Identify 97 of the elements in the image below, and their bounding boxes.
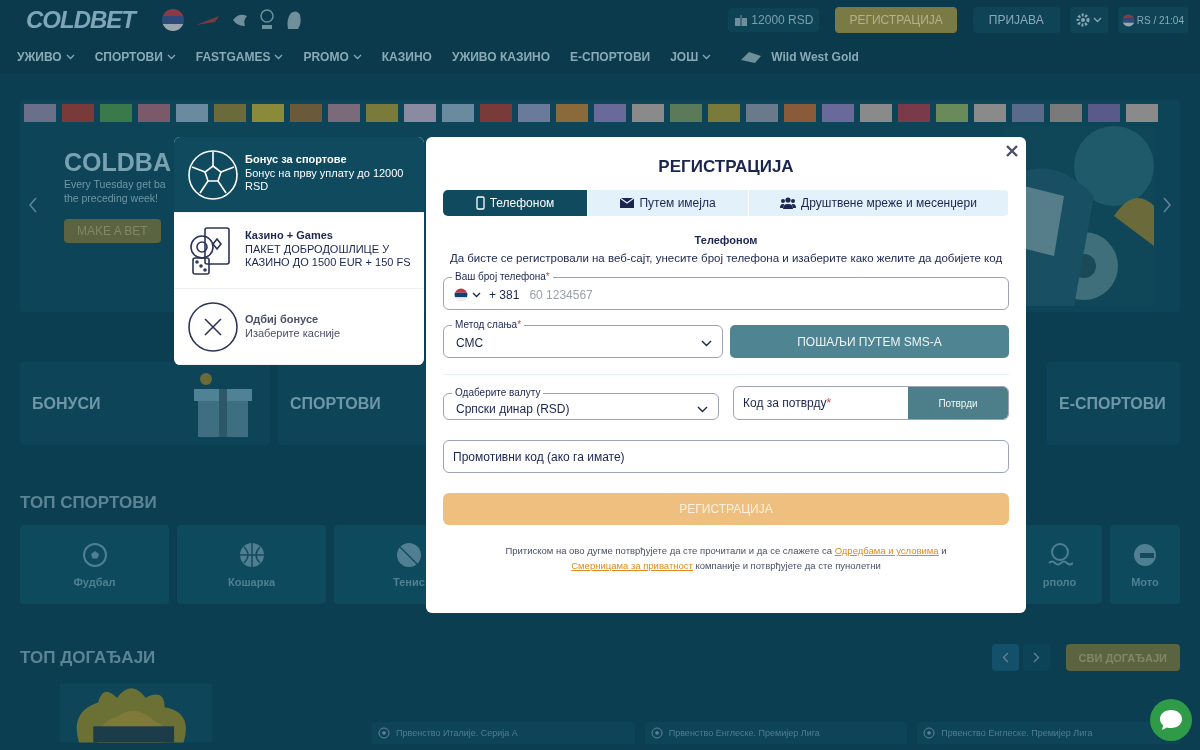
chevron-icon bbox=[701, 339, 712, 347]
bonus-title: Казино + Games bbox=[245, 229, 334, 241]
method-select[interactable]: Метод слања* СМС bbox=[443, 320, 723, 358]
country-code: + 381 bbox=[489, 288, 520, 302]
instruction-text: Да бисте се регистровали на веб-сајт, унесите број телефона и изаберите како желите да добијете код bbox=[448, 252, 1004, 264]
banner-text: Every Tuesday get ba bbox=[64, 177, 167, 191]
category-label: Е-СПОРТОВИ bbox=[1059, 394, 1166, 413]
event-card[interactable]: Првенство Енглеске. Премијер Лига bbox=[644, 722, 908, 744]
send-sms-button[interactable]: ПОШАЉИ ПУТЕМ SMS-A bbox=[730, 325, 1009, 358]
section-title: ТОП ДОГАЂАЈИ bbox=[20, 647, 156, 668]
close-icon bbox=[1006, 145, 1018, 157]
tab[interactable]: Телефоном bbox=[443, 190, 588, 216]
sport-label: Кошарка bbox=[227, 575, 276, 588]
category-card[interactable]: СПОРТОВИ bbox=[278, 362, 428, 445]
bonus-option[interactable]: Бонус за спортове Бонус на прву уплату до 12000 RSD bbox=[174, 137, 424, 213]
flag-icon[interactable] bbox=[454, 288, 468, 302]
league-name: Првенство Енглеске. Премијер Лига bbox=[668, 728, 820, 738]
people-icon bbox=[780, 197, 797, 209]
terms-link[interactable]: Одредбама и условима bbox=[834, 545, 939, 556]
locale-button[interactable]: RS / 21:04 bbox=[1117, 7, 1188, 33]
bonus-description: Бонус на прву уплату до 12000 RSD bbox=[245, 167, 405, 193]
tennis-ball-icon bbox=[396, 541, 422, 568]
nav-link[interactable]: Е-СПОРТОВИ bbox=[570, 50, 651, 64]
settings-button[interactable] bbox=[1069, 7, 1108, 33]
category-card[interactable]: Е-СПОРТОВИ bbox=[1047, 362, 1180, 445]
field-label: Одаберите валуту bbox=[454, 388, 542, 398]
balance-button[interactable]: 12000 RSD bbox=[728, 8, 820, 32]
category-label: БОНУСИ bbox=[32, 394, 101, 413]
category-label: СПОРТОВИ bbox=[290, 394, 381, 413]
chevron-icon[interactable] bbox=[472, 292, 481, 298]
nav-link[interactable]: ЈОШ bbox=[670, 50, 712, 64]
nav-link[interactable]: УЖИВО bbox=[17, 50, 75, 64]
nav-link[interactable]: КАЗИНО bbox=[381, 50, 432, 64]
bonus-description: ПАКЕТ ДОБРОДОШЛИЦЕ У КАЗИНО ДО 1500 EUR + 150 FS bbox=[245, 243, 412, 269]
nav-link[interactable]: УЖИВО КАЗИНО bbox=[451, 50, 551, 64]
category-card[interactable]: БОНУСИ bbox=[20, 362, 270, 445]
nav-link[interactable]: PROMO bbox=[303, 50, 362, 64]
chevron-icon bbox=[697, 405, 708, 413]
bonus-option[interactable]: Одбиј бонусе Изаберите касније bbox=[174, 289, 424, 365]
sport-label: Мото bbox=[1131, 575, 1159, 588]
close-button[interactable] bbox=[1004, 143, 1020, 159]
chevron-icon bbox=[352, 54, 362, 60]
league-name: Првенство Енглеске. Премијер Лига bbox=[941, 728, 1093, 738]
nav-link[interactable]: СПОРТОВИ bbox=[94, 50, 176, 64]
chevron-icon bbox=[65, 54, 75, 60]
phone-number-input[interactable]: 60 1234567 bbox=[529, 288, 998, 302]
banner-title: COLDBA bbox=[64, 148, 171, 177]
sport-label: Тенис bbox=[393, 575, 425, 588]
football-icon bbox=[187, 149, 239, 201]
chevron-icon bbox=[1092, 17, 1102, 23]
settings-icon bbox=[1075, 13, 1090, 27]
chevron-right-icon bbox=[1032, 652, 1040, 663]
tab[interactable]: Путем имејла bbox=[588, 190, 749, 216]
sport-label: рполо bbox=[1042, 575, 1077, 588]
section-title: ТОП СПОРТОВИ bbox=[20, 493, 157, 513]
close-circle-icon bbox=[187, 301, 239, 353]
football-icon bbox=[923, 727, 936, 739]
nav-link[interactable]: FASTGAMES bbox=[195, 50, 284, 64]
banner-text: the preceding week! bbox=[64, 191, 159, 205]
tab[interactable]: Друштвене мреже и месенџери bbox=[749, 190, 1009, 216]
sport-label: Фудбал bbox=[73, 575, 116, 588]
football-icon bbox=[81, 541, 108, 568]
bonus-title: Одбиј бонусе bbox=[245, 313, 320, 325]
basketball-icon bbox=[238, 541, 265, 568]
phone-field[interactable]: Ваш број телефона* + 381 60 1234567 bbox=[443, 272, 1009, 310]
speech-bubble-icon bbox=[1158, 708, 1184, 732]
field-label: Ваш број телефона* bbox=[454, 272, 551, 282]
dialog-title: РЕГИСТРАЦИЈА bbox=[657, 157, 795, 177]
phone-icon bbox=[475, 196, 485, 210]
ball-in-water-icon bbox=[1046, 541, 1073, 568]
football-icon bbox=[378, 727, 391, 739]
chevron-icon bbox=[274, 54, 284, 60]
chevron-right-icon[interactable] bbox=[1162, 196, 1172, 214]
envelope-icon bbox=[620, 198, 635, 208]
chevron-icon bbox=[702, 54, 712, 60]
chevron-left-icon bbox=[1001, 652, 1009, 663]
event-card[interactable]: Првенство Енглеске. Премијер Лига bbox=[917, 722, 1180, 744]
section-heading: Телефоном bbox=[693, 234, 759, 246]
promo-code-field[interactable]: Промотивни код (ако га имате) bbox=[443, 440, 1009, 473]
flag-icon[interactable] bbox=[161, 8, 185, 32]
football-icon bbox=[650, 727, 663, 739]
flag-icon bbox=[1121, 13, 1135, 27]
bonus-description: Изаберите касније bbox=[245, 327, 341, 340]
helmet-icon bbox=[1132, 541, 1158, 568]
bonus-option[interactable]: Казино + Games ПАКЕТ ДОБРОДОШЛИЦЕ У КАЗИНО ДО 1500 EUR + 150 FS bbox=[174, 213, 424, 289]
chevron-icon bbox=[166, 54, 176, 60]
previous-button[interactable] bbox=[991, 644, 1019, 671]
terms-link[interactable]: Смерницама за приватност bbox=[571, 560, 693, 571]
nav-link[interactable]: Wild West Gold bbox=[739, 50, 859, 64]
chevron-left-icon[interactable] bbox=[28, 196, 38, 214]
terms-text: Притиском на ово дугме потврђујете да сте прочитали и да се слажете са Одредбама и условима и Смерницама за приватност компаније и потврђујете да сте пунолетни bbox=[504, 544, 948, 573]
chat-button[interactable] bbox=[1150, 699, 1192, 741]
login-button[interactable]: ПРИЈАВА bbox=[972, 7, 1060, 33]
bonus-title: Бонус за спортове bbox=[245, 153, 348, 165]
gift-icon bbox=[734, 13, 749, 27]
field-label: Метод слања* bbox=[454, 320, 523, 330]
currency-select[interactable]: Одаберите валуту Српски динар (RSD) bbox=[443, 388, 719, 420]
